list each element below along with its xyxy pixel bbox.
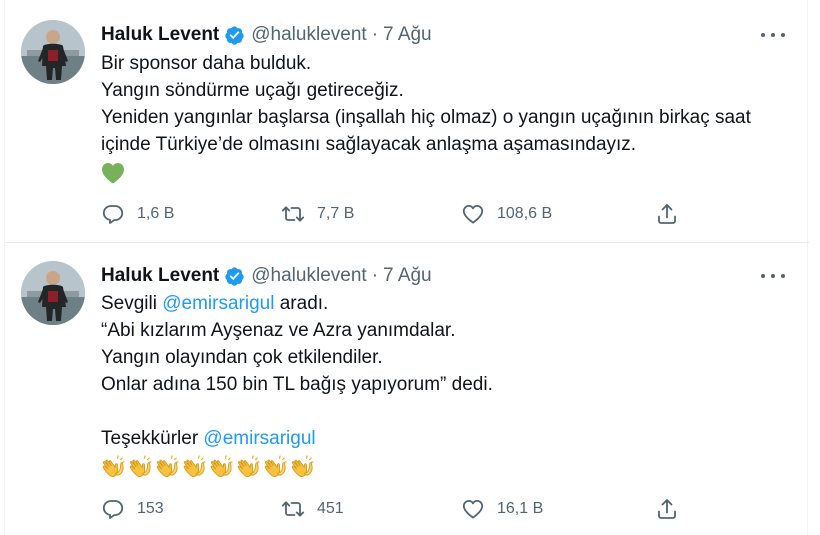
reply-icon xyxy=(101,497,125,521)
avatar[interactable] xyxy=(21,20,85,84)
retweet-icon xyxy=(281,202,305,226)
profile-photo xyxy=(21,20,85,84)
clapping-hands-icon xyxy=(155,454,181,480)
reply-count: 1,6 B xyxy=(137,205,175,222)
reply-icon xyxy=(101,202,125,226)
mention-link[interactable]: @emirsarigul xyxy=(162,293,274,314)
more-options-icon[interactable] xyxy=(761,25,785,45)
tweet-text-line: Bir sponsor daha bulduk. xyxy=(101,53,312,74)
tweet[interactable]: Haluk Levent @haluklevent · 7 Ağu Sevgil… xyxy=(5,244,809,535)
clapping-hands-icon xyxy=(236,454,262,480)
emoji-line xyxy=(101,452,801,482)
reply-button[interactable]: 153 xyxy=(101,496,164,522)
verified-badge-icon xyxy=(224,25,245,46)
retweet-icon xyxy=(281,497,305,521)
tweet-text: Sevgili @emirsarigul aradı. “Abi kızları… xyxy=(101,290,801,482)
avatar[interactable] xyxy=(21,261,85,325)
tweet-text-line: “Abi kızlarım Ayşenaz ve Azra yanımdalar… xyxy=(101,320,456,341)
author-name[interactable]: Haluk Levent xyxy=(101,265,219,287)
share-button[interactable] xyxy=(655,496,679,522)
tweet-text-line: Yeniden yangınlar başlarsa (inşallah hiç… xyxy=(101,107,751,128)
emoji-line xyxy=(101,158,801,188)
retweet-button[interactable]: 451 xyxy=(281,496,344,522)
clapping-hands-icon xyxy=(128,454,154,480)
like-icon xyxy=(461,497,485,521)
tweet-actions: 1,6 B 7,7 B 108,6 B xyxy=(101,201,691,227)
profile-photo xyxy=(21,261,85,325)
clapping-hands-icon xyxy=(209,454,235,480)
clapping-hands-icon xyxy=(290,454,316,480)
text-fragment: Teşekkürler xyxy=(101,428,204,449)
reply-count: 153 xyxy=(137,500,164,517)
separator-dot: · xyxy=(371,265,379,286)
author-name[interactable]: Haluk Levent xyxy=(101,24,219,46)
retweet-count: 7,7 B xyxy=(317,205,355,222)
tweet-header: Haluk Levent @haluklevent · 7 Ağu xyxy=(101,22,432,48)
tweet-text-line: Onlar adına 150 bin TL bağış yapıyorum” … xyxy=(101,374,493,395)
like-icon xyxy=(461,202,485,226)
tweet-date[interactable]: 7 Ağu xyxy=(383,24,432,46)
text-fragment: aradı. xyxy=(274,293,329,314)
timeline: Haluk Levent @haluklevent · 7 Ağu Bir sp… xyxy=(4,0,809,535)
share-button[interactable] xyxy=(655,201,679,227)
share-icon xyxy=(655,202,679,226)
retweet-button[interactable]: 7,7 B xyxy=(281,201,354,227)
mention-link[interactable]: @emirsarigul xyxy=(203,428,315,449)
tweet-text-line: içinde Türkiye’de olmasını sağlayacak an… xyxy=(101,134,637,155)
clapping-hands-icon xyxy=(263,454,289,480)
like-button[interactable]: 16,1 B xyxy=(461,496,543,522)
author-handle[interactable]: @haluklevent xyxy=(251,265,366,287)
tweet-text: Bir sponsor daha bulduk. Yangın söndürme… xyxy=(101,50,801,188)
more-options-icon[interactable] xyxy=(761,266,785,286)
clapping-hands-icon xyxy=(101,454,127,480)
green-heart-icon xyxy=(102,163,124,184)
text-fragment: Sevgili xyxy=(101,293,163,314)
clapping-hands-icon xyxy=(182,454,208,480)
tweet[interactable]: Haluk Levent @haluklevent · 7 Ağu Bir sp… xyxy=(5,0,809,243)
share-icon xyxy=(655,497,679,521)
like-count: 108,6 B xyxy=(497,205,553,222)
tweet-date[interactable]: 7 Ağu xyxy=(383,265,432,287)
tweet-text-line: Yangın söndürme uçağı getireceğiz. xyxy=(101,80,404,101)
tweet-text-line: Yangın olayından çok etkilendiler. xyxy=(101,347,383,368)
reply-button[interactable]: 1,6 B xyxy=(101,201,174,227)
tweet-header: Haluk Levent @haluklevent · 7 Ağu xyxy=(101,263,432,289)
separator-dot: · xyxy=(371,24,379,45)
tweet-actions: 153 451 16,1 B xyxy=(101,496,691,522)
verified-badge-icon xyxy=(224,266,245,287)
like-button[interactable]: 108,6 B xyxy=(461,201,552,227)
tweet-text-line: Sevgili @emirsarigul aradı. xyxy=(101,290,801,317)
tweet-text-line: Teşekkürler @emirsarigul xyxy=(101,425,801,452)
author-handle[interactable]: @haluklevent xyxy=(251,24,366,46)
retweet-count: 451 xyxy=(317,500,344,517)
like-count: 16,1 B xyxy=(497,500,544,517)
